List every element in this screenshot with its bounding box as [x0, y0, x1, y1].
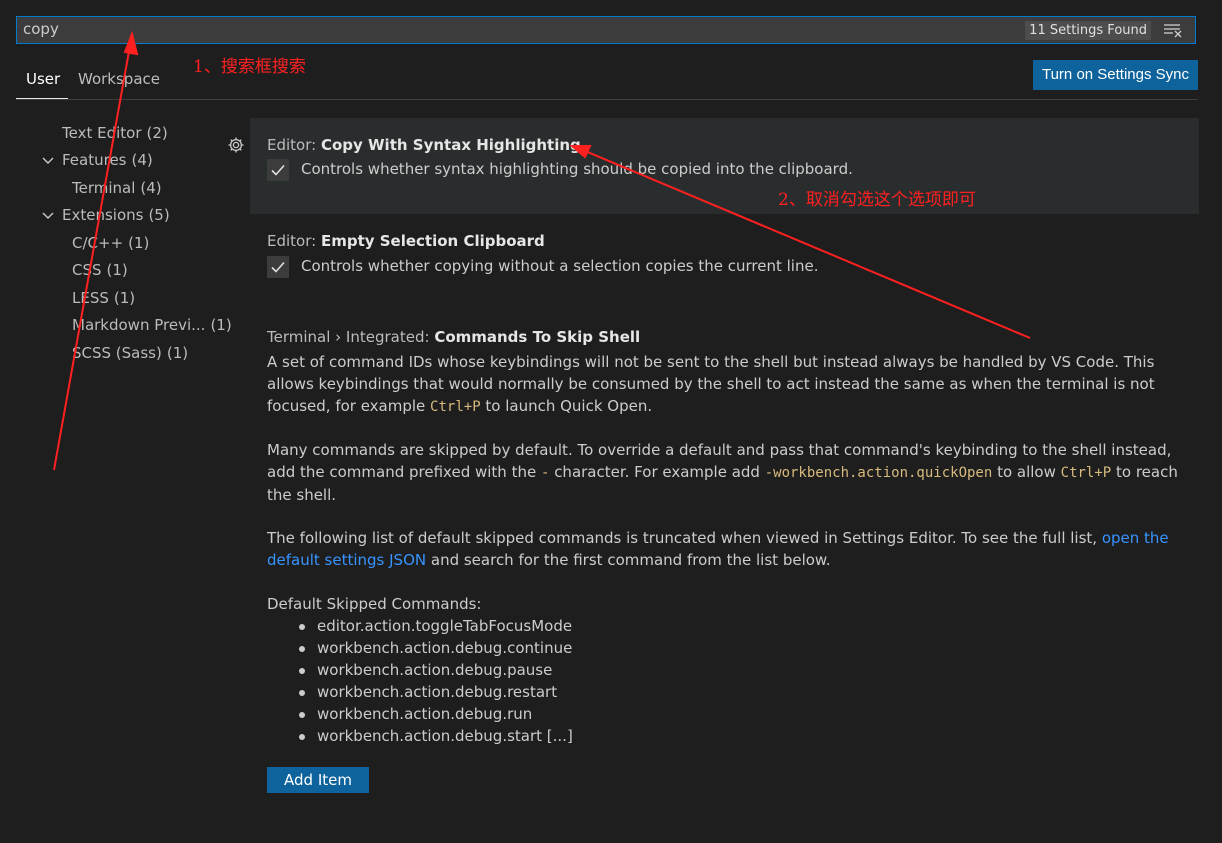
list-item: editor.action.toggleTabFocusMode [317, 617, 573, 635]
clear-filter-icon[interactable] [1163, 22, 1183, 38]
setting-name: Copy With Syntax Highlighting [320, 136, 581, 154]
text: character. For example add [549, 463, 765, 481]
toc-label: Features [62, 151, 127, 169]
toc-item-terminal[interactable]: Terminal (4) [72, 179, 162, 197]
toc-item-text-editor[interactable]: Text Editor (2) [62, 124, 168, 142]
annotation-note-2: 2、取消勾选这个选项即可 [778, 190, 976, 210]
toc-item-markdown-preview[interactable]: Markdown Previ... (1) [72, 316, 232, 334]
setting-description: Controls whether syntax highlighting sho… [301, 160, 853, 178]
empty-selection-clipboard-checkbox[interactable] [267, 256, 289, 278]
bullet [299, 646, 305, 652]
toc-item-cpp[interactable]: C/C++ (1) [72, 234, 149, 252]
chevron-down-icon[interactable] [42, 211, 54, 221]
tab-user[interactable]: User [26, 70, 60, 88]
text: The following list of default skipped co… [267, 529, 1102, 547]
toc-count: (1) [113, 289, 136, 307]
toc-item-scss[interactable]: SCSS (Sass) (1) [72, 344, 188, 362]
toc-item-less[interactable]: LESS (1) [72, 289, 135, 307]
turn-on-settings-sync-button[interactable]: Turn on Settings Sync [1033, 60, 1198, 90]
toc-label: Terminal [72, 179, 136, 197]
bullet [299, 624, 305, 630]
list-item: workbench.action.debug.start [...] [317, 727, 573, 745]
results-count-badge: 11 Settings Found [1025, 21, 1151, 40]
toc-label: Markdown Previ... [72, 316, 206, 334]
copy-with-syntax-highlighting-checkbox[interactable] [267, 159, 289, 181]
toc-label: CSS [72, 261, 102, 279]
chevron-down-icon[interactable] [42, 156, 54, 166]
text: and search for the first command from th… [426, 551, 831, 569]
bullet [299, 690, 305, 696]
setting-description: Controls whether copying without a selec… [301, 257, 819, 275]
code: Ctrl+P [1060, 465, 1112, 481]
toc-count: (5) [148, 206, 170, 224]
code: -workbench.action.quickOpen [764, 465, 993, 481]
toc-count: (4) [140, 179, 162, 197]
annotation-arrow-1 [53, 39, 132, 471]
toc-count: (1) [166, 344, 189, 362]
toc-label: Text Editor [62, 124, 142, 142]
list-heading: Default Skipped Commands: [267, 595, 482, 613]
setting-name: Commands To Skip Shell [434, 328, 641, 346]
toc-count: (1) [210, 316, 232, 334]
toc-item-extensions[interactable]: Extensions (5) [62, 206, 170, 224]
setting-title: Terminal › Integrated: Commands To Skip … [267, 328, 640, 346]
gear-icon[interactable] [227, 136, 245, 154]
setting-description-p3: The following list of default skipped co… [267, 527, 1187, 571]
tab-workspace[interactable]: Workspace [78, 70, 160, 88]
list-item: workbench.action.debug.pause [317, 661, 553, 679]
text: to allow [992, 463, 1061, 481]
toc-count: (1) [128, 234, 150, 252]
toc-item-features[interactable]: Features (4) [62, 151, 153, 169]
annotation-note-1: 1、搜索框搜索 [193, 57, 306, 77]
bullet [299, 734, 305, 740]
list-item: workbench.action.debug.continue [317, 639, 573, 657]
toc-label: Extensions [62, 206, 144, 224]
bullet [299, 712, 305, 718]
text: A set of command IDs whose keybindings w… [267, 353, 1155, 415]
toc-count: (1) [106, 261, 128, 279]
list-item: workbench.action.debug.restart [317, 683, 558, 701]
toc-label: LESS [72, 289, 109, 307]
search-input[interactable]: copy [23, 20, 59, 38]
toc-count: (2) [146, 124, 168, 142]
toc-label: C/C++ [72, 234, 124, 252]
setting-title: Editor: Copy With Syntax Highlighting [267, 136, 581, 154]
code: Ctrl+P [430, 399, 481, 415]
text: to launch Quick Open. [480, 397, 653, 415]
check-icon [271, 261, 285, 273]
setting-category: Terminal › Integrated: [267, 328, 435, 346]
bullet [299, 668, 305, 674]
check-icon [271, 164, 285, 176]
toc-count: (4) [131, 151, 153, 169]
setting-category: Editor: [267, 136, 321, 154]
settings-search-box[interactable]: copy 11 Settings Found [16, 16, 1196, 44]
setting-description-p2: Many commands are skipped by default. To… [267, 439, 1187, 506]
toc-label: SCSS (Sass) [72, 344, 162, 362]
toc-item-css[interactable]: CSS (1) [72, 261, 128, 279]
setting-name: Empty Selection Clipboard [320, 232, 545, 250]
tabs-divider [16, 99, 1198, 100]
setting-category: Editor: [267, 232, 321, 250]
setting-description-p1: A set of command IDs whose keybindings w… [267, 351, 1187, 418]
list-item: workbench.action.debug.run [317, 705, 533, 723]
add-item-button[interactable]: Add Item [267, 767, 369, 793]
setting-title: Editor: Empty Selection Clipboard [267, 232, 545, 250]
